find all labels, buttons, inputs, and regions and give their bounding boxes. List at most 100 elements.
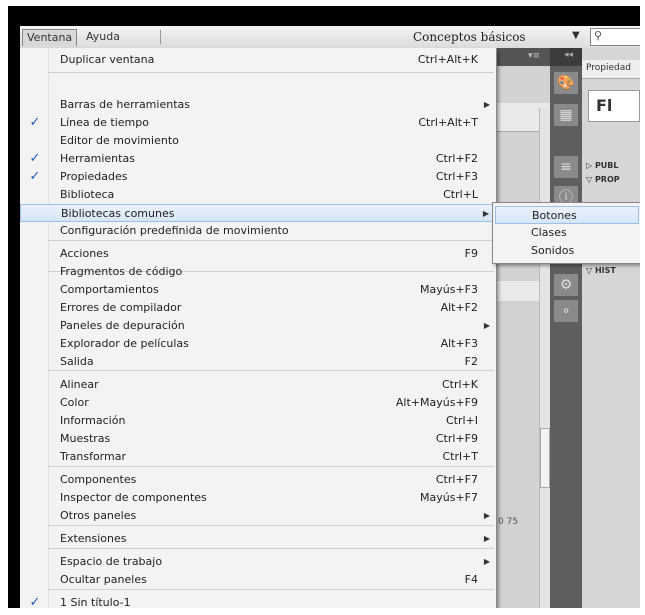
menu-item-shortcut: Ctrl+L: [443, 188, 478, 201]
menu-item-label: Fragmentos de código: [60, 265, 183, 278]
menu-item[interactable]: Bibliotecas comunes ▶: [20, 204, 496, 222]
menu-item[interactable]: Salida F2: [20, 353, 496, 371]
menu-item-label: Paneles de depuración: [60, 319, 185, 332]
submenu-arrow-icon: ▶: [483, 321, 490, 330]
behaviors-icon[interactable]: ∘: [554, 300, 578, 322]
menu-item[interactable]: ✓ Línea de tiempo Ctrl+Alt+T: [20, 114, 496, 132]
submenu-arrow-icon: ▶: [483, 511, 490, 520]
menu-item-label: Espacio de trabajo: [60, 555, 163, 568]
frame-numbers: 0 75: [498, 517, 519, 527]
menu-item[interactable]: Inspector de componentes Mayús+F7: [20, 489, 496, 507]
submenu-item-botones[interactable]: Botones: [495, 206, 639, 224]
menu-item-label: Alinear: [60, 378, 99, 391]
menu-item[interactable]: Transformar Ctrl+T: [20, 448, 496, 466]
color-palette-icon[interactable]: 🎨: [554, 72, 578, 94]
menu-separator: [48, 589, 494, 590]
menu-item[interactable]: Barras de herramientas ▶: [20, 96, 496, 114]
timeline-panel: ▾≡ 0 75: [495, 48, 551, 608]
workspace-dropdown-icon[interactable]: ▼: [572, 30, 580, 41]
menu-ayuda[interactable]: Ayuda: [82, 29, 124, 45]
section-publish[interactable]: ▷ PUBL: [586, 161, 619, 170]
components-icon[interactable]: ⚙: [554, 274, 578, 296]
submenu-item-sonidos[interactable]: Sonidos: [495, 242, 639, 260]
menu-item-label: 1 Sin título-1: [60, 596, 131, 608]
menu-item-shortcut: F2: [464, 355, 478, 368]
menu-separator: [48, 72, 494, 73]
collapse-icon[interactable]: ◂◂: [564, 50, 573, 60]
submenu-item-clases[interactable]: Clases: [495, 224, 639, 242]
menu-item-label: Información: [60, 414, 126, 427]
menu-item-label: Muestras: [60, 432, 111, 445]
align-icon[interactable]: ≡: [554, 156, 578, 178]
menu-ventana[interactable]: Ventana: [22, 29, 78, 46]
timeline-scrollbar[interactable]: [539, 108, 550, 608]
menu-item-shortcut: F4: [464, 573, 478, 586]
search-input[interactable]: ⚲: [590, 28, 640, 46]
menu-separator: [48, 548, 494, 549]
bibliotecas-comunes-submenu: Botones Clases Sonidos: [492, 202, 640, 264]
menu-item[interactable]: ✓ Propiedades Ctrl+F3: [20, 168, 496, 186]
ventana-menu: Duplicar ventana Ctrl+Alt+K Barras de herr…: [20, 48, 497, 608]
menu-item[interactable]: Espacio de trabajo ▶: [20, 553, 496, 571]
submenu-arrow-icon: ▶: [482, 209, 489, 218]
menu-item-shortcut: Ctrl+F9: [435, 432, 478, 445]
checkmark-icon: ✓: [29, 151, 41, 166]
menu-item[interactable]: Información Ctrl+I: [20, 412, 496, 430]
menu-item[interactable]: Editor de movimiento: [20, 132, 496, 150]
menu-separator: [48, 240, 494, 241]
swatches-icon[interactable]: ▦: [554, 104, 578, 126]
menu-item[interactable]: Muestras Ctrl+F9: [20, 430, 496, 448]
menu-item[interactable]: Comportamientos Mayús+F3: [20, 281, 496, 299]
menu-item[interactable]: Extensiones ▶: [20, 530, 496, 548]
menu-item[interactable]: Componentes Ctrl+F7: [20, 471, 496, 489]
menu-item-shortcut: Ctrl+Alt+T: [418, 116, 478, 129]
menu-item-label: Otros paneles: [60, 509, 137, 522]
menu-item-shortcut: Ctrl+F3: [435, 170, 478, 183]
menu-item-label: Herramientas: [60, 152, 135, 165]
menu-item-label: Errores de compilador: [60, 301, 182, 314]
menu-item-shortcut: Mayús+F3: [420, 283, 478, 296]
menu-item[interactable]: Color Alt+Mayús+F9: [20, 394, 496, 412]
menu-item[interactable]: Alinear Ctrl+K: [20, 376, 496, 394]
panel-menu-icon[interactable]: ▾≡: [528, 51, 540, 61]
menu-item-label: Editor de movimiento: [60, 134, 179, 147]
menu-item-label: Bibliotecas comunes: [61, 207, 175, 220]
menu-item[interactable]: Explorador de películas Alt+F3: [20, 335, 496, 353]
menu-item-shortcut: Alt+F3: [440, 337, 478, 350]
section-history[interactable]: ▽ HIST: [586, 266, 616, 275]
menu-item[interactable]: Errores de compilador Alt+F2: [20, 299, 496, 317]
menu-item-label: Duplicar ventana: [60, 53, 155, 66]
workspace-selector[interactable]: Conceptos básicos: [413, 29, 526, 45]
menu-item-shortcut: Ctrl+F7: [435, 473, 478, 486]
app-window: Ventana Ayuda Conceptos básicos ▼ ⚲ ▾≡ 0…: [20, 26, 640, 608]
menubar-divider: [160, 30, 161, 44]
checkmark-icon: ✓: [29, 169, 41, 184]
flash-logo: Fl: [596, 96, 613, 115]
menu-item[interactable]: Otros paneles ▶: [20, 507, 496, 525]
menu-item[interactable]: Fragmentos de código: [20, 263, 496, 281]
menu-item-shortcut: Alt+Mayús+F9: [395, 396, 478, 409]
section-properties[interactable]: ▽ PROP: [586, 175, 620, 184]
menu-item-label: Inspector de componentes: [60, 491, 207, 504]
timeline-header: ▾≡: [496, 48, 551, 66]
menu-item[interactable]: ✓ 1 Sin título-1: [20, 594, 496, 608]
menu-item[interactable]: Acciones F9: [20, 245, 496, 263]
menu-item-label: Explorador de películas: [60, 337, 189, 350]
menu-item[interactable]: Biblioteca Ctrl+L: [20, 186, 496, 204]
menu-item[interactable]: Ocultar paneles F4: [20, 571, 496, 589]
menu-item-shortcut: Mayús+F7: [420, 491, 478, 504]
menu-item[interactable]: Configuración predefinida de movimiento: [20, 222, 496, 240]
menu-item[interactable]: ✓ Herramientas Ctrl+F2: [20, 150, 496, 168]
properties-tab-label: Propiedad: [586, 63, 631, 73]
menu-item-label: Componentes: [60, 473, 137, 486]
menu-item-label: Comportamientos: [60, 283, 159, 296]
menu-item-label: Biblioteca: [60, 188, 115, 201]
menu-item-shortcut: Ctrl+F2: [435, 152, 478, 165]
scrollbar-thumb[interactable]: [540, 428, 550, 488]
menu-item-shortcut: F9: [464, 247, 478, 260]
screenshot-frame: Ventana Ayuda Conceptos básicos ▼ ⚲ ▾≡ 0…: [8, 6, 640, 608]
menu-item-shortcut: Ctrl+K: [441, 378, 478, 391]
submenu-arrow-icon: ▶: [483, 534, 490, 543]
menu-item[interactable]: Paneles de depuración ▶: [20, 317, 496, 335]
menu-item[interactable]: Duplicar ventana Ctrl+Alt+K: [20, 51, 496, 69]
